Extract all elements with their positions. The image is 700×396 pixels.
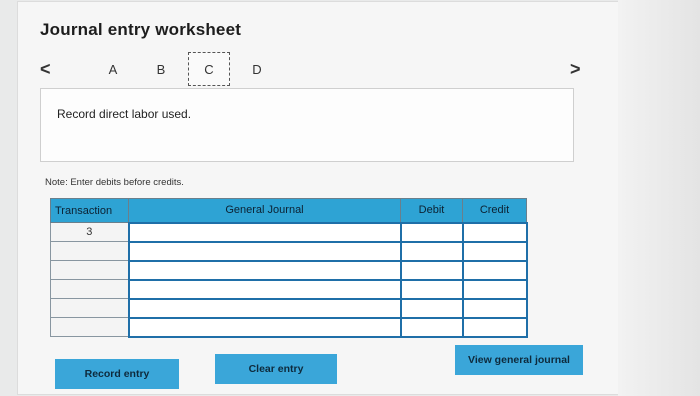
journal-header-row: Transaction General Journal Debit Credit [50, 198, 527, 223]
table-row [50, 278, 528, 300]
table-row [50, 259, 528, 281]
transaction-cell: 3 [50, 222, 129, 242]
tab-a[interactable]: A [92, 52, 134, 86]
transaction-cell [50, 279, 129, 299]
instruction-text: Record direct labor used. [57, 107, 192, 121]
credit-input[interactable] [461, 240, 528, 262]
table-row [50, 316, 528, 338]
credit-input[interactable] [461, 259, 528, 281]
instruction-box: Record direct labor used. [40, 88, 574, 162]
transaction-cell [50, 260, 129, 280]
debit-input[interactable] [399, 240, 464, 262]
transaction-cell [50, 241, 129, 261]
credit-input[interactable] [461, 297, 528, 319]
background-area [618, 0, 700, 396]
debit-input[interactable] [399, 297, 464, 319]
tab-d[interactable]: D [236, 52, 278, 86]
tab-c[interactable]: C [188, 52, 230, 86]
note-text: Note: Enter debits before credits. [45, 177, 184, 188]
view-general-journal-button[interactable]: View general journal [455, 345, 583, 375]
next-arrow-icon[interactable]: > [570, 60, 581, 78]
general-journal-input[interactable] [127, 240, 402, 262]
general-journal-input[interactable] [127, 278, 402, 300]
credit-input[interactable] [461, 316, 528, 338]
tab-navigation: < A B C D > [40, 52, 581, 88]
previous-arrow-icon[interactable]: < [40, 60, 51, 78]
general-journal-input[interactable] [127, 221, 402, 243]
journal-table: Transaction General Journal Debit Credit… [50, 198, 528, 338]
general-journal-input[interactable] [127, 259, 402, 281]
column-header-debit: Debit [400, 198, 463, 223]
column-header-general-journal: General Journal [128, 198, 401, 223]
table-row [50, 297, 528, 319]
worksheet-panel: Journal entry worksheet < A B C D > Reco… [18, 2, 618, 394]
tab-b[interactable]: B [140, 52, 182, 86]
general-journal-input[interactable] [127, 316, 402, 338]
debit-input[interactable] [399, 316, 464, 338]
debit-input[interactable] [399, 278, 464, 300]
transaction-cell [50, 298, 129, 318]
table-row: 3 [50, 221, 528, 243]
general-journal-input[interactable] [127, 297, 402, 319]
record-entry-button[interactable]: Record entry [55, 359, 179, 389]
debit-input[interactable] [399, 259, 464, 281]
credit-input[interactable] [461, 221, 528, 243]
page-title: Journal entry worksheet [40, 20, 242, 39]
transaction-cell [50, 317, 129, 337]
column-header-credit: Credit [462, 198, 527, 223]
clear-entry-button[interactable]: Clear entry [215, 354, 337, 384]
credit-input[interactable] [461, 278, 528, 300]
table-row [50, 240, 528, 262]
column-header-transaction: Transaction [50, 198, 129, 223]
debit-input[interactable] [399, 221, 464, 243]
